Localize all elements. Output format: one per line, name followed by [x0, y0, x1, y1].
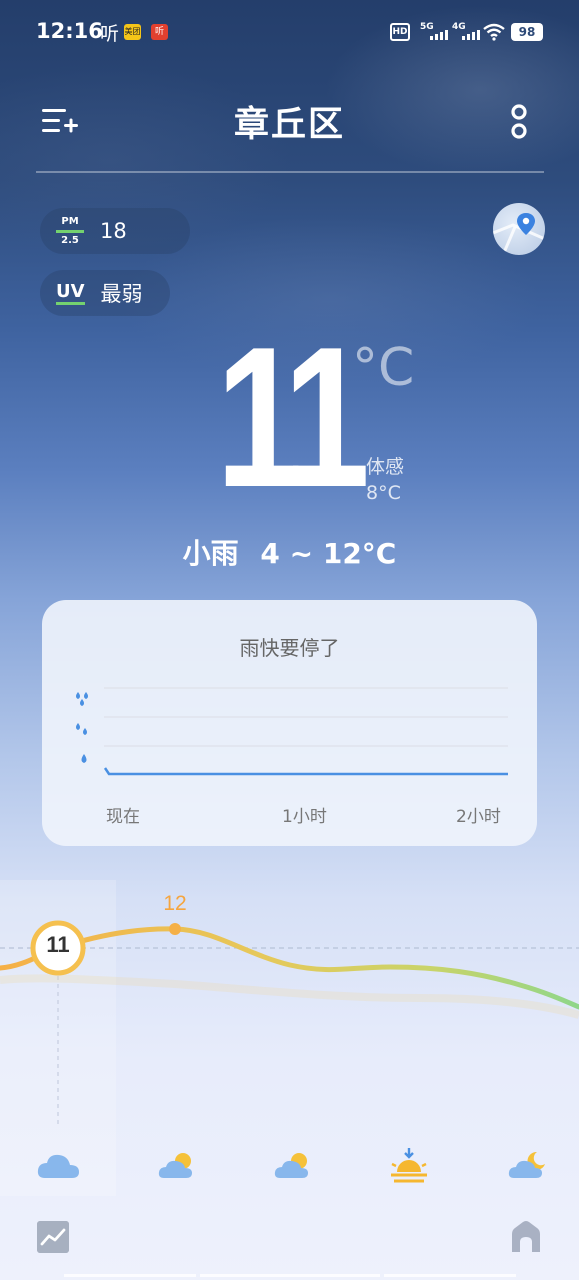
current-temperature: 11: [216, 306, 370, 529]
peak-temperature-dot: [169, 923, 181, 935]
uv-badge[interactable]: UV 最弱: [40, 270, 170, 316]
moderate-rain-icon: [76, 723, 87, 735]
trend-chart-icon[interactable]: [37, 1221, 69, 1253]
current-temperature-label: 11: [46, 932, 70, 957]
hd-icon: HD: [390, 23, 410, 41]
axis-label-now: 现在: [106, 807, 140, 827]
pm25-value: 18: [100, 219, 127, 243]
condition-summary: 小雨 4 ~ 12°C: [0, 532, 579, 572]
tab-indicator: [384, 1274, 516, 1277]
app-notification-icon: 听: [100, 23, 120, 45]
header-divider: [36, 171, 544, 173]
uv-icon: UV: [56, 281, 85, 305]
partly-sunny-icon: [274, 1153, 308, 1178]
home-icon[interactable]: [510, 1220, 542, 1254]
temperature-unit: °C: [352, 338, 415, 398]
sunset-icon: [391, 1148, 427, 1183]
battery-indicator: 98: [511, 23, 543, 41]
axis-label-1h: 1小时: [282, 807, 327, 827]
meituan-notification-icon: 美团: [124, 24, 141, 40]
location-pin-icon: [493, 213, 545, 255]
wifi-icon: [483, 23, 505, 41]
pm25-badge[interactable]: PM 2.5 18: [40, 208, 190, 254]
partly-cloudy-night-icon: [508, 1151, 545, 1178]
temperature-shadow: [0, 974, 579, 1019]
signal-icon: [430, 30, 448, 40]
light-rain-icon: [81, 754, 87, 763]
heavy-rain-icon: [76, 692, 88, 706]
location-map-button[interactable]: [493, 203, 545, 255]
tab-indicator: [200, 1274, 380, 1277]
status-time: 12:16: [36, 19, 103, 43]
hourly-forecast[interactable]: 11 12: [0, 880, 579, 1200]
precipitation-card[interactable]: 雨快要停了 现在 1小时 2小时: [42, 600, 537, 846]
tab-indicator: [64, 1274, 196, 1277]
temperature-range: 4 ~ 12°C: [260, 537, 397, 570]
axis-label-2h: 2小时: [456, 807, 501, 827]
partly-sunny-icon: [158, 1153, 192, 1178]
more-icon[interactable]: [506, 100, 532, 142]
peak-temperature-label: 12: [163, 892, 187, 915]
condition-text: 小雨: [182, 537, 239, 570]
pm25-icon: PM 2.5: [56, 216, 84, 246]
app-header: 章丘区: [0, 90, 579, 150]
uv-value: 最弱: [100, 282, 143, 306]
city-title[interactable]: 章丘区: [0, 96, 579, 147]
signal-icon: [462, 30, 480, 40]
status-bar: 12:16 听 美团 听 HD 5G 4G 98: [0, 0, 579, 64]
cloudy-icon: [37, 1154, 79, 1178]
feels-like-label: 体感: [366, 456, 405, 478]
feels-like: 体感 8°C: [366, 454, 404, 506]
listen-notification-icon: 听: [151, 24, 168, 40]
feels-like-value: 8°C: [366, 482, 401, 504]
precipitation-line: [103, 767, 508, 776]
